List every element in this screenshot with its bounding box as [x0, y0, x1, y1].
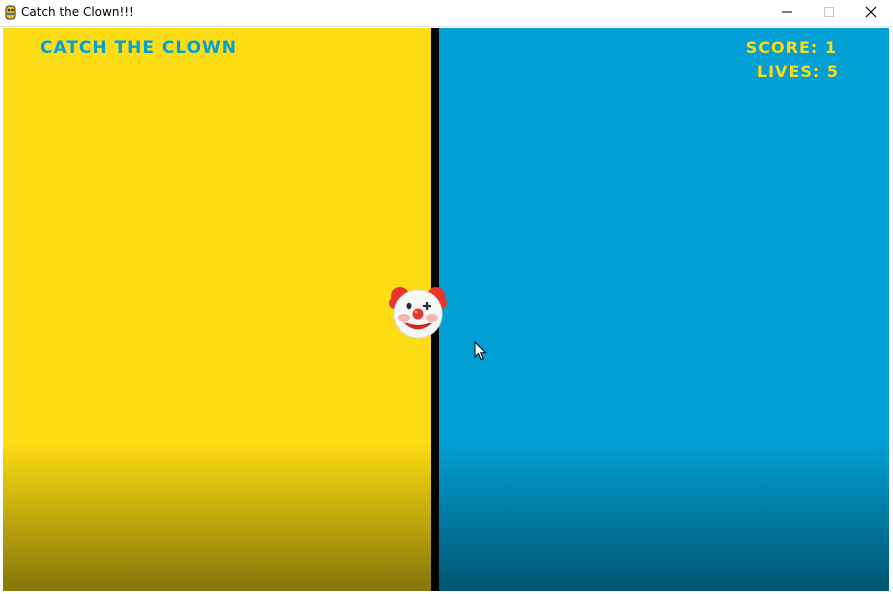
game-window: Catch the Clown!!! CATCH THE CLOWN SCORE…	[0, 0, 893, 594]
close-button[interactable]	[850, 0, 892, 24]
minimize-icon	[782, 11, 792, 13]
window-title: Catch the Clown!!!	[21, 5, 134, 19]
yellow-panel	[3, 28, 431, 591]
lives-label: LIVES: 5	[756, 62, 839, 81]
game-title: CATCH THE CLOWN	[40, 38, 238, 58]
title-bar[interactable]: Catch the Clown!!!	[0, 0, 893, 27]
pygame-snake-icon	[3, 5, 18, 20]
maximize-button[interactable]	[808, 0, 850, 24]
close-icon	[865, 6, 877, 18]
clown-face-icon[interactable]	[388, 282, 448, 342]
maximize-icon	[824, 7, 834, 17]
mouse-pointer-icon	[474, 340, 488, 361]
score-label: SCORE: 1	[745, 38, 837, 57]
game-canvas[interactable]: CATCH THE CLOWN SCORE: 1 LIVES: 5	[3, 28, 889, 591]
blue-panel	[439, 28, 889, 591]
minimize-button[interactable]	[766, 0, 808, 24]
